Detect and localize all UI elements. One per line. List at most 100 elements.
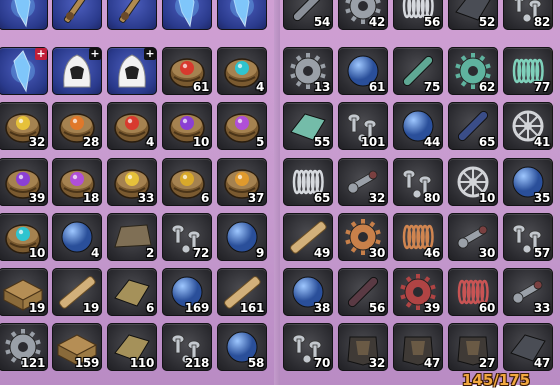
inventory-slot[interactable]: 49	[283, 213, 333, 261]
inventory-slot[interactable]: 6	[107, 268, 157, 316]
item-quantity: 110	[129, 356, 154, 370]
item-quantity: 49	[313, 246, 330, 260]
inventory-slot[interactable]	[217, 0, 267, 30]
item-quantity: 10	[28, 246, 45, 260]
inventory-slot[interactable]: 38	[283, 268, 333, 316]
inventory-slot[interactable]: 121	[0, 323, 48, 371]
inventory-slot[interactable]: 30	[338, 213, 388, 261]
item-quantity: 33	[137, 191, 154, 205]
inventory-slot[interactable]: 9	[217, 213, 267, 261]
item-quantity: 77	[533, 80, 550, 94]
item-quantity: 60	[478, 301, 495, 315]
plus-badge-icon: +	[89, 47, 101, 60]
inventory-slot[interactable]: 159	[52, 323, 102, 371]
inventory-slot[interactable]: 110	[107, 323, 157, 371]
inventory-slot[interactable]: 4	[52, 213, 102, 261]
inventory-slot[interactable]: 39	[393, 268, 443, 316]
item-quantity: 41	[533, 135, 550, 149]
inventory-slot[interactable]: 61	[162, 47, 212, 95]
item-quantity: 161	[239, 301, 264, 315]
inventory-slot[interactable]: 5	[217, 102, 267, 150]
inventory-slot[interactable]: 2	[107, 213, 157, 261]
inventory-slot[interactable]: +	[162, 0, 212, 30]
inventory-slot[interactable]: 72	[162, 213, 212, 261]
inventory-slot[interactable]: 46	[393, 213, 443, 261]
inventory-slot[interactable]: 33	[107, 158, 157, 206]
inventory-slot[interactable]: 56	[393, 0, 443, 30]
inventory-slot[interactable]: 65	[448, 102, 498, 150]
item-quantity: 32	[368, 191, 385, 205]
inventory-slot[interactable]: 55	[283, 102, 333, 150]
inventory-slot[interactable]: 65	[283, 158, 333, 206]
item-quantity: 2	[145, 246, 154, 260]
inventory-slot[interactable]: 18	[52, 158, 102, 206]
inventory-slot[interactable]: +	[0, 47, 48, 95]
inventory-slot[interactable]: 35	[503, 158, 553, 206]
plus-badge-icon: +	[144, 47, 156, 60]
plus-badge-icon: +	[35, 47, 47, 60]
inventory-slot[interactable]: 161	[217, 268, 267, 316]
item-quantity: 32	[368, 356, 385, 370]
inventory-slot[interactable]: 19	[0, 268, 48, 316]
inventory-slot[interactable]: 28	[52, 102, 102, 150]
item-quantity: 159	[74, 356, 99, 370]
inventory-slot[interactable]: 10	[162, 102, 212, 150]
item-quantity: 169	[184, 301, 209, 315]
inventory-slot[interactable]: 6	[162, 158, 212, 206]
inventory-slot[interactable]: 32	[338, 158, 388, 206]
item-quantity: 10	[478, 191, 495, 205]
item-quantity: 46	[423, 246, 440, 260]
inventory-slot[interactable]: 56	[338, 268, 388, 316]
inventory-slot[interactable]: 37	[217, 158, 267, 206]
inventory-slot[interactable]: 47	[503, 323, 553, 371]
item-quantity: 80	[423, 191, 440, 205]
item-quantity: 5	[255, 135, 264, 149]
inventory-slot[interactable]: 13	[283, 47, 333, 95]
inventory-slot[interactable]: 52	[448, 0, 498, 30]
item-quantity: 30	[478, 246, 495, 260]
item-quantity: 6	[200, 191, 209, 205]
inventory-slot[interactable]: 42	[338, 0, 388, 30]
inventory-slot[interactable]: 39	[0, 158, 48, 206]
inventory-slot[interactable]: 4	[217, 47, 267, 95]
inventory-slot[interactable]: 47	[393, 323, 443, 371]
inventory-slot[interactable]: 4	[107, 102, 157, 150]
inventory-slot[interactable]	[52, 0, 102, 30]
item-quantity: 47	[423, 356, 440, 370]
item-quantity: 52	[478, 15, 495, 29]
inventory-slot[interactable]: 54	[283, 0, 333, 30]
item-quantity: 4	[145, 135, 154, 149]
inventory-slot[interactable]: 77	[503, 47, 553, 95]
item-quantity: 65	[478, 135, 495, 149]
inventory-slot[interactable]: 32	[338, 323, 388, 371]
inventory-capacity: 145/175	[462, 371, 531, 389]
inventory-slot[interactable]: 41	[503, 102, 553, 150]
item-quantity: 39	[423, 301, 440, 315]
inventory-slot[interactable]: 27	[448, 323, 498, 371]
inventory-slot[interactable]: +	[107, 47, 157, 95]
inventory-slot[interactable]: +	[52, 47, 102, 95]
item-quantity: 121	[20, 356, 45, 370]
inventory-slot[interactable]: 62	[448, 47, 498, 95]
inventory-slot[interactable]: 58	[217, 323, 267, 371]
inventory-slot[interactable]: 44	[393, 102, 443, 150]
inventory-slot[interactable]: 80	[393, 158, 443, 206]
inventory-slot[interactable]: 10	[0, 213, 48, 261]
inventory-slot[interactable]: 82	[503, 0, 553, 30]
inventory-slot[interactable]	[107, 0, 157, 30]
inventory-slot[interactable]: 61	[338, 47, 388, 95]
inventory-slot[interactable]: 218	[162, 323, 212, 371]
inventory-slot[interactable]: 30	[448, 213, 498, 261]
inventory-slot[interactable]: 101	[338, 102, 388, 150]
inventory-slot[interactable]: 70	[283, 323, 333, 371]
inventory-slot[interactable]: 32	[0, 102, 48, 150]
item-quantity: 55	[313, 135, 330, 149]
inventory-slot[interactable]: +	[0, 0, 48, 30]
inventory-slot[interactable]: 57	[503, 213, 553, 261]
inventory-slot[interactable]: 169	[162, 268, 212, 316]
inventory-slot[interactable]: 75	[393, 47, 443, 95]
inventory-slot[interactable]: 10	[448, 158, 498, 206]
inventory-slot[interactable]: 19	[52, 268, 102, 316]
inventory-slot[interactable]: 33	[503, 268, 553, 316]
inventory-slot[interactable]: 60	[448, 268, 498, 316]
